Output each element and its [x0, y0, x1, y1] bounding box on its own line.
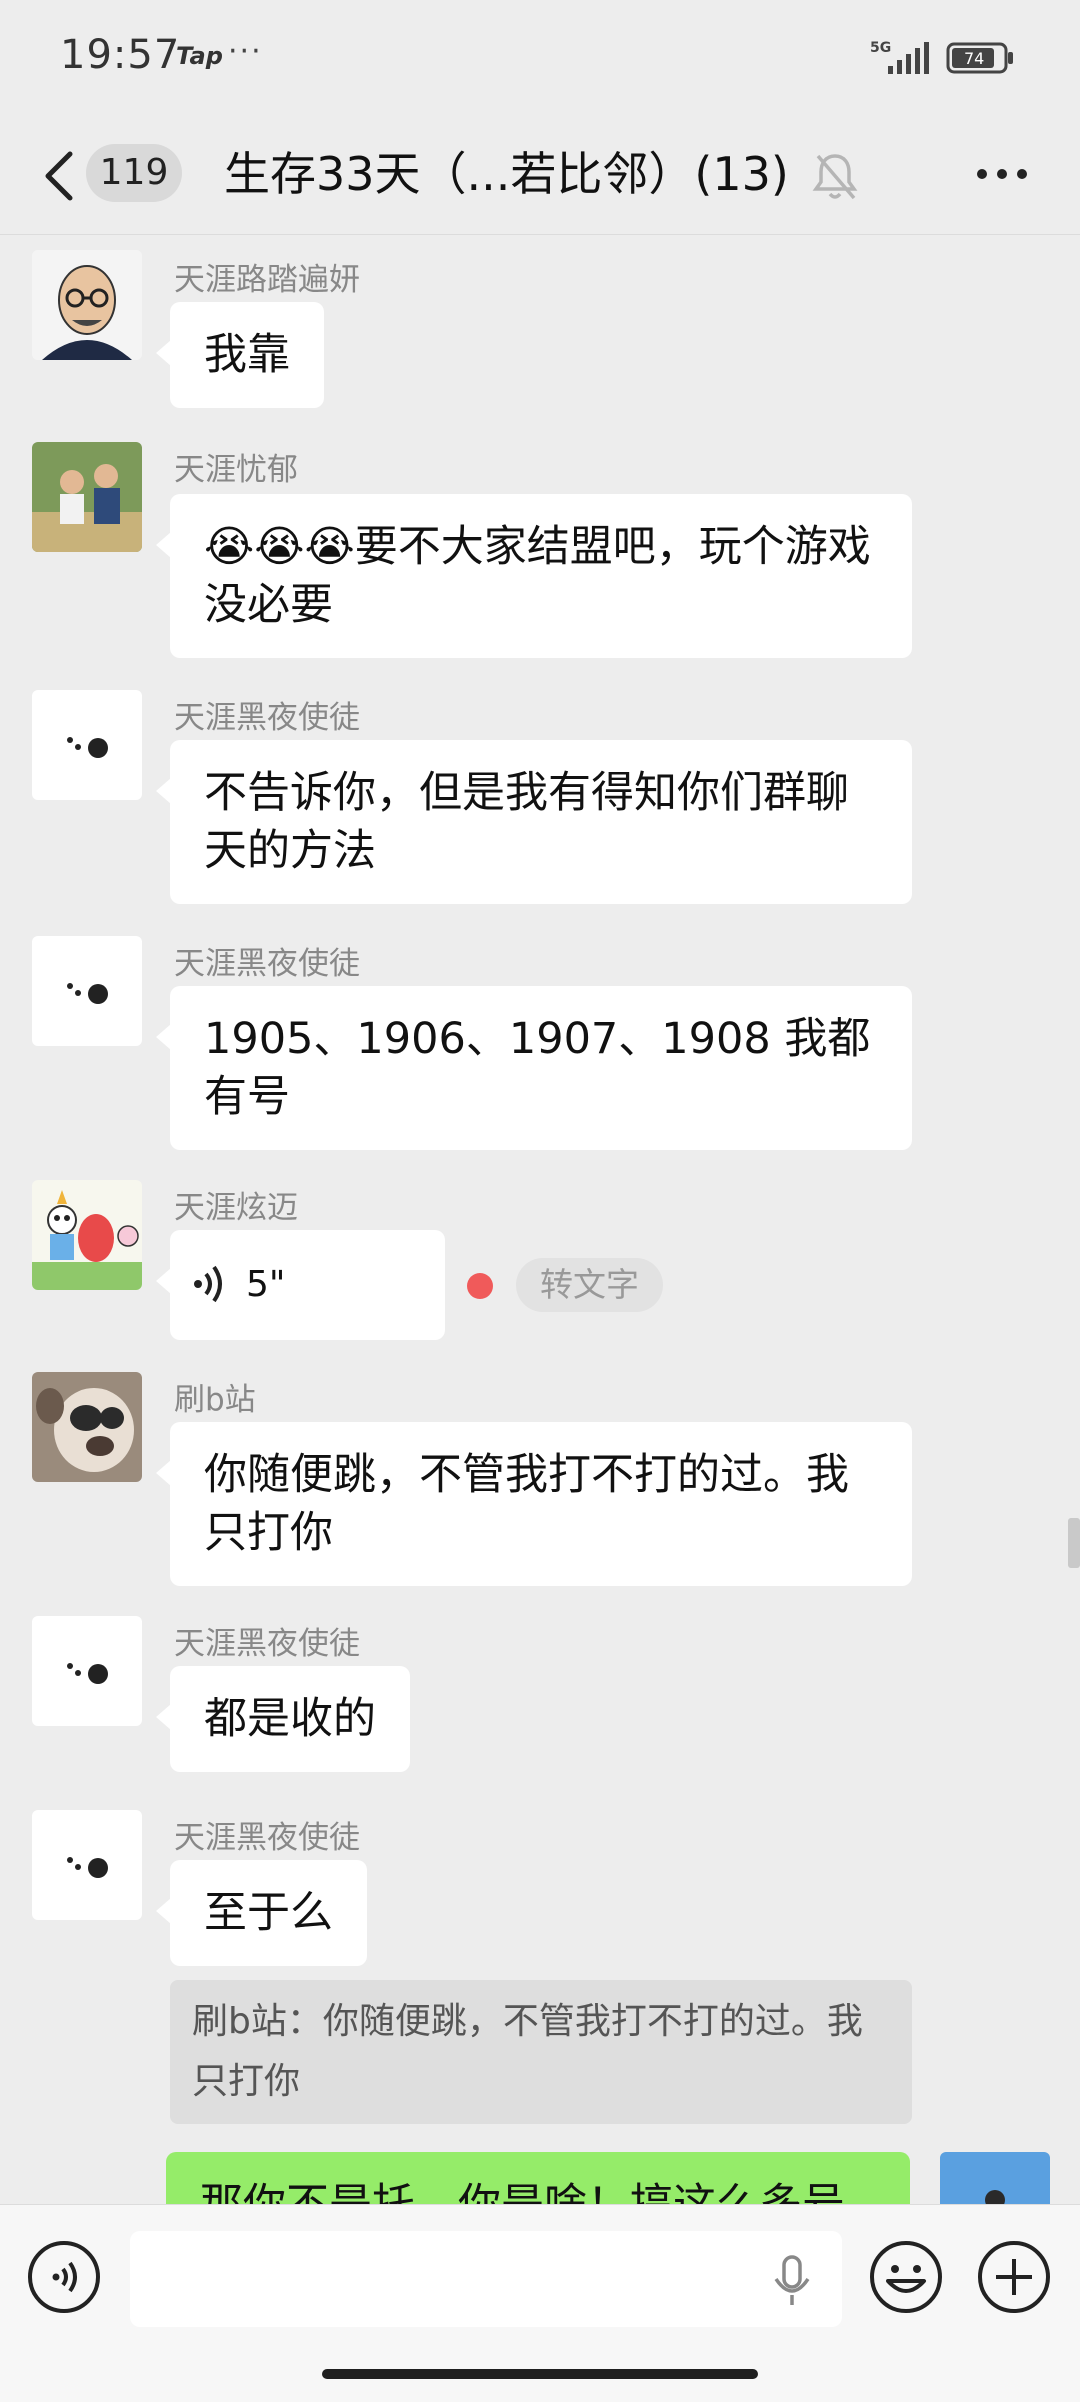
voice-message-bubble[interactable]: 5" [156, 1230, 445, 1340]
my-avatar[interactable] [940, 2152, 1050, 2204]
status-bar: 19:57 Tap ··· 5G 74 [0, 0, 1080, 118]
chat-title: 生存33天（...若比邻）(13) [224, 147, 789, 201]
message-bubble[interactable]: 我靠 [156, 302, 324, 408]
dots-avatar[interactable] [32, 1616, 142, 1726]
bald-man-glasses-avatar[interactable] [32, 250, 142, 360]
dots-avatar[interactable] [32, 690, 142, 800]
voice-input-icon[interactable] [26, 2239, 102, 2315]
message-bubble[interactable]: 1905、1906、1907、1908 我都有号 [156, 986, 912, 1150]
tap-notification-icon: Tap [176, 42, 223, 70]
message-bubble[interactable]: 不告诉你，但是我有得知你们群聊天的方法 [156, 740, 912, 904]
more-notifications-icon: ··· [228, 34, 263, 69]
unread-count-badge[interactable]: 119 [86, 144, 182, 202]
back-arrow-icon[interactable] [40, 148, 76, 204]
battery-icon: 74 [946, 42, 1013, 74]
message-bubble[interactable]: 至于么 [156, 1860, 367, 1966]
home-indicator[interactable] [322, 2369, 758, 2379]
sender-name: 天涯黑夜使徒 [174, 946, 360, 982]
message-input[interactable] [130, 2231, 842, 2327]
quoted-message[interactable]: 刷b站：你随便跳，不管我打不打的过。我只打你 [170, 1980, 912, 2124]
message-list[interactable]: 天涯路踏遍妍 我靠 天涯忧郁 😭😭😭要不大家结盟吧，玩个游戏没必要 天涯黑夜使徒… [0, 234, 1080, 2204]
dog-photo-avatar[interactable] [32, 1372, 142, 1482]
cartoon-strawberry-avatar[interactable] [32, 1180, 142, 1290]
signal-5g-icon: 5G [870, 40, 929, 74]
my-message-bubble[interactable]: 那你不是托，你是啥！搞这么多号 [166, 2152, 910, 2204]
kids-photo-avatar[interactable] [32, 442, 142, 552]
sender-name: 天涯忧郁 [174, 452, 298, 488]
scroll-indicator[interactable] [1068, 1518, 1080, 1568]
emoji-icon[interactable] [868, 2239, 944, 2315]
plus-icon[interactable] [976, 2239, 1052, 2315]
voice-wave-icon [194, 1265, 222, 1303]
message-bubble[interactable]: 😭😭😭要不大家结盟吧，玩个游戏没必要 [156, 494, 912, 658]
microphone-icon[interactable] [770, 2253, 814, 2309]
more-options-icon[interactable] [974, 162, 1030, 186]
sender-name: 天涯路踏遍妍 [174, 262, 360, 298]
chat-header: 119 生存33天（...若比邻）(13) [0, 118, 1080, 235]
mute-bell-icon [812, 154, 858, 200]
sender-name: 刷b站 [174, 1382, 256, 1418]
status-time: 19:57 [60, 32, 181, 78]
convert-to-text-button[interactable]: 转文字 [516, 1258, 663, 1312]
message-bubble[interactable]: 都是收的 [156, 1666, 410, 1772]
svg-text:5G: 5G [870, 40, 891, 56]
dots-avatar[interactable] [32, 1810, 142, 1920]
sender-name: 天涯黑夜使徒 [174, 700, 360, 736]
voice-duration: 5" [246, 1264, 286, 1305]
message-bubble[interactable]: 你随便跳，不管我打不打的过。我只打你 [156, 1422, 912, 1586]
unread-dot [467, 1273, 493, 1299]
sender-name: 天涯黑夜使徒 [174, 1820, 360, 1856]
sender-name: 天涯黑夜使徒 [174, 1626, 360, 1662]
svg-text:74: 74 [964, 49, 984, 68]
dots-avatar[interactable] [32, 936, 142, 1046]
sender-name: 天涯炫迈 [174, 1190, 298, 1226]
input-bar [0, 2204, 1080, 2402]
